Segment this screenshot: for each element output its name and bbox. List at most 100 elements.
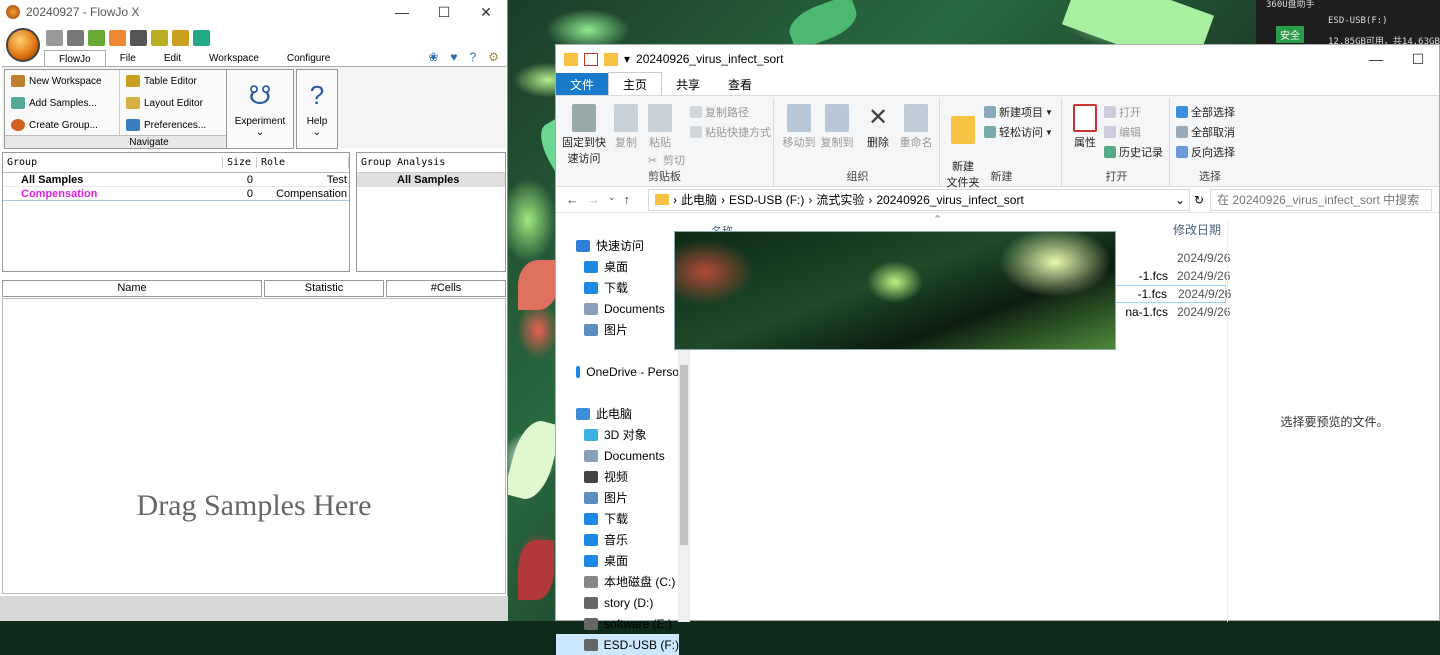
tab-view[interactable]: 查看 [714,73,766,96]
add-samples-button[interactable]: Add Samples... [5,92,117,114]
nav-item[interactable]: 下载 [556,277,679,298]
paste-shortcut-button[interactable]: 粘贴快捷方式 [690,124,771,140]
breadcrumb-this-pc[interactable]: 此电脑 [681,191,717,208]
tab-home[interactable]: 主页 [608,72,663,96]
nav-item[interactable]: 图片 [556,319,679,340]
table-row[interactable]: All Samples 0 Test [3,173,349,187]
create-group-button[interactable]: Create Group... [5,114,117,136]
preferences-button[interactable]: Preferences... [120,114,229,136]
new-folder-quick-icon[interactable] [604,52,618,66]
close-icon[interactable]: ✕ [465,4,507,21]
nav-item-label: 下载 [604,281,629,295]
settings-icon[interactable]: ⚙ [488,50,499,64]
up-arrow-icon[interactable]: ↑ [624,192,631,207]
flowjo-orb-button[interactable] [6,28,40,62]
address-bar[interactable]: › 此电脑 › ESD-USB (F:) › 流式实验 › 20240926_v… [648,188,1190,211]
history-button[interactable]: 历史记录 [1104,144,1163,160]
nav-item[interactable]: 桌面 [556,550,679,571]
nav-item[interactable]: ESD-USB (F:) [556,634,679,655]
heart-icon[interactable]: ♥ [450,50,457,64]
cut-button[interactable]: ✂ 剪切 [648,152,685,168]
name-column-header[interactable]: Name [2,280,262,297]
experiment-button[interactable]: ☋ Experiment ⌄ [227,70,293,138]
delete-button[interactable]: ✕ 删除 [864,104,892,150]
table-editor-button[interactable]: Table Editor [120,70,229,92]
table-icon[interactable] [151,30,168,46]
select-all-button[interactable]: 全部选择 [1176,104,1235,120]
chevron-down-icon[interactable]: ⌄ [1175,193,1189,207]
nav-item[interactable]: Documents [556,298,679,319]
layout-icon[interactable] [172,30,189,46]
new-item-button[interactable]: 新建项目 ▼ [984,104,1053,120]
breadcrumb-current[interactable]: 20240926_virus_infect_sort [876,193,1023,207]
cells-column-header[interactable]: #Cells [386,280,506,297]
refresh-icon[interactable]: ↻ [1194,193,1204,207]
properties-button[interactable]: 属性 [1070,104,1100,150]
nav-item[interactable]: story (D:) [556,592,679,613]
maximize-icon[interactable]: ☐ [1397,51,1439,68]
sample-drop-area[interactable]: Drag Samples Here [2,298,506,594]
help-question-icon[interactable]: ? [470,50,477,64]
nav-item[interactable]: 3D 对象 [556,424,679,445]
nav-item[interactable]: 快速访问 [556,235,679,256]
nav-item[interactable]: Documents [556,445,679,466]
statistic-column-header[interactable]: Statistic [264,280,384,297]
new-workspace-button[interactable]: New Workspace [5,70,117,92]
table-row[interactable]: Compensation 0 Compensation [3,187,349,201]
nav-item-label: 本地磁盘 (C:) [604,575,676,589]
nav-item[interactable]: 图片 [556,487,679,508]
nav-item[interactable]: 视频 [556,466,679,487]
pin-quick-access-button[interactable]: 固定到快速访问 [562,104,606,166]
date-column-header[interactable]: 修改日期 [1173,221,1221,238]
histogram-icon[interactable] [130,30,147,46]
minimize-icon[interactable]: — [381,4,423,21]
maximize-icon[interactable]: ☐ [423,4,465,21]
ribbon-icon[interactable]: ❀ [428,50,438,64]
chevron-down-icon: ⌄ [255,127,265,138]
paste-button[interactable]: 粘贴 [646,104,674,150]
invert-selection-button[interactable]: 反向选择 [1176,144,1235,160]
back-arrow-icon[interactable]: ← [566,192,579,207]
breadcrumb-usb[interactable]: ESD-USB (F:) [729,193,804,207]
nav-item[interactable]: OneDrive - Perso [556,361,679,382]
tab-file[interactable]: 文件 [556,72,609,96]
refresh-icon[interactable] [193,30,210,46]
easy-access-button[interactable]: 轻松访问 ▼ [984,124,1053,140]
copy-to-button[interactable]: 复制到 [820,104,854,150]
nav-item[interactable]: 下载 [556,508,679,529]
group-size: 0 [246,173,253,186]
minimize-icon[interactable]: — [1355,51,1397,68]
help-button[interactable]: ? Help ⌄ [297,70,337,138]
scrollbar-thumb[interactable] [680,365,688,545]
recent-chevron-icon[interactable]: ⌄ [608,192,616,207]
nav-item[interactable]: software (E:) [556,613,679,634]
edit-button[interactable]: 编辑 [1104,124,1141,140]
copy-path-button[interactable]: 复制路径 [690,104,749,120]
nav-item[interactable]: 本地磁盘 (C:) [556,571,679,592]
tab-share[interactable]: 共享 [662,73,714,96]
nav-item[interactable]: 此电脑 [556,403,679,424]
usb-assistant-widget[interactable]: 360U盘助手 ESD-USB(F:) 12.85GB可用，共14.63GB 安… [1256,0,1440,47]
analysis-all-samples[interactable]: All Samples [357,173,505,187]
move-to-button[interactable]: 移动到 [782,104,816,150]
forward-arrow-icon[interactable]: → [587,192,600,207]
file-date: 2024/9/26 [1177,251,1231,265]
open-button[interactable]: 打开 [1104,104,1141,120]
role-column-header[interactable]: Role [257,157,349,168]
back-arrow-icon[interactable] [46,30,63,46]
layout-editor-button[interactable]: Layout Editor [120,92,229,114]
search-input[interactable]: 在 20240926_virus_infect_sort 中搜索 [1210,188,1433,211]
breadcrumb-flow[interactable]: 流式实验 [816,191,864,208]
select-none-button[interactable]: 全部取消 [1176,124,1235,140]
properties-quick-icon[interactable] [584,52,598,66]
chevron-down-icon[interactable]: ▾ [624,52,630,66]
nav-item[interactable]: 音乐 [556,529,679,550]
copy-button[interactable]: 复制 [612,104,640,150]
size-column-header[interactable]: Size [223,157,257,168]
gate-icon[interactable] [88,30,105,46]
rename-button[interactable]: 重命名 [898,104,934,150]
bracket-icon[interactable] [109,30,126,46]
group-column-header[interactable]: Group [3,157,223,168]
nav-item[interactable]: 桌面 [556,256,679,277]
forward-arrow-icon[interactable] [67,30,84,46]
